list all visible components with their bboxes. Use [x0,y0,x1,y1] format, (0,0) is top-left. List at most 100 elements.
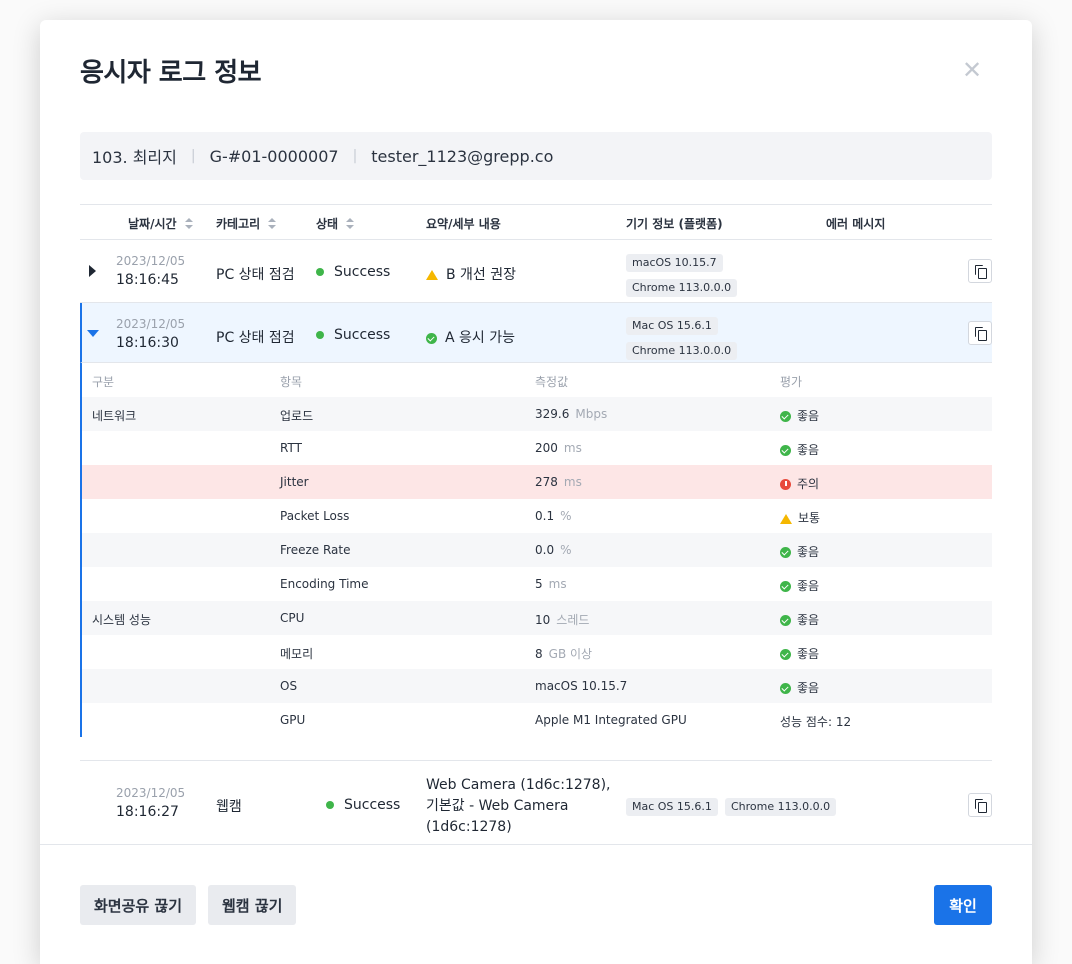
detail-row: Packet Loss 0.1% 보통 [82,499,992,533]
detail-rating: 주의 [780,475,819,492]
header-datetime[interactable]: 날짜/시간 [128,215,193,232]
row-summary: A 응시 가능 [426,327,515,347]
detail-rating-label: 좋음 [797,613,820,627]
device-tag: macOS 10.15.7 [626,254,723,272]
check-circle-icon [780,649,791,660]
header-category[interactable]: 카테고리 [216,215,277,232]
table-row[interactable]: 2023/12/05 18:16:27 웹캠 Success Web Camer… [80,761,992,844]
detail-item: RTT [280,441,302,455]
row-status: Success [316,327,390,343]
row-time: 18:16:27 [116,804,179,820]
row-time: 18:16:30 [116,335,179,351]
row-category: PC 상태 점검 [216,330,295,346]
detail-value-number: Apple M1 Integrated GPU [535,713,687,727]
check-circle-icon [426,332,437,344]
detail-value: Apple M1 Integrated GPU [535,713,687,727]
detail-value-unit: ms [548,577,567,591]
caret-down-icon[interactable] [87,330,99,337]
caret-right-icon[interactable] [89,265,96,277]
check-circle-icon [780,547,791,558]
detail-row: 메모리 8 GB 이상 좋음 [82,635,992,669]
detail-row: OS macOS 10.15.7 좋음 [82,669,992,703]
row-datetime: 2023/12/05 18:16:27 [116,786,185,820]
table-row-expanded[interactable]: 2023/12/05 18:16:30 PC 상태 점검 Success A 응… [80,303,992,363]
detail-row: 네트워크 업로드 329.6 Mbps 좋음 [82,397,992,431]
detail-rating-label: 좋음 [797,545,820,559]
disconnect-screen-share-button[interactable]: 화면공유 끊기 [80,885,197,925]
detail-header-value: 측정값 [535,375,569,389]
row-status-label: Success [334,264,391,280]
detail-value-number: macOS 10.15.7 [535,679,628,693]
sort-icon[interactable] [184,217,193,230]
confirm-button[interactable]: 확인 [934,885,992,925]
row-summary-label: B 개선 권장 [446,267,517,283]
error-circle-icon [780,479,791,490]
row-summary-label: A 응시 가능 [445,330,515,346]
device-tag: Chrome 113.0.0.0 [725,798,837,816]
row-summary: B 개선 권장 [426,264,516,284]
device-tag: Mac OS 15.6.1 [626,317,718,335]
detail-row: Freeze Rate 0.0% 좋음 [82,533,992,567]
table-row[interactable]: 2023/12/05 18:16:45 PC 상태 점검 Success B 개… [80,240,992,303]
detail-value-number: 200 [535,441,558,455]
row-device: macOS 10.15.7 Chrome 113.0.0.0 [626,251,738,297]
warning-icon [426,270,438,280]
row-device: Mac OS 15.6.1 Chrome 113.0.0.0 [626,795,837,816]
header-datetime-label: 날짜/시간 [128,217,177,231]
detail-value: 329.6 Mbps [535,407,607,421]
row-category: 웹캠 [216,799,242,815]
sort-icon[interactable] [346,217,355,230]
row-time: 18:16:45 [116,272,179,288]
header-device-label: 기기 정보 (플랫폼) [626,217,723,231]
row-status: Success [326,797,400,813]
detail-group: 시스템 성능 [92,613,152,627]
detail-rating: 좋음 [780,611,819,628]
detail-value-number: 278 [535,475,558,489]
disconnect-webcam-button[interactable]: 웹캠 끊기 [208,885,297,925]
detail-value-unit: 스레드 [556,613,590,627]
detail-value: 5 ms [535,577,567,591]
header-category-label: 카테고리 [216,217,261,231]
detail-rating: 좋음 [780,441,819,458]
detail-value: 0.0% [535,543,572,557]
copy-icon[interactable] [968,793,992,817]
device-tag: Mac OS 15.6.1 [626,798,718,816]
table-header: 날짜/시간 카테고리 상태 요약/세부 내용 기기 정보 (플랫폼) 에러 메시… [80,204,992,240]
check-circle-icon [780,683,791,694]
detail-rating-label: 주의 [797,477,820,491]
detail-row: Encoding Time 5 ms 좋음 [82,567,992,601]
close-icon[interactable]: ✕ [960,58,984,82]
detail-item: Jitter [280,475,309,489]
detail-item: Encoding Time [280,577,369,591]
detail-rating-label: 좋음 [797,443,820,457]
row-date: 2023/12/05 [116,254,186,268]
log-table-scroll[interactable]: 날짜/시간 카테고리 상태 요약/세부 내용 기기 정보 (플랫폼) 에러 메시… [80,204,992,844]
check-circle-icon [780,581,791,592]
detail-header-group: 구분 [92,375,115,389]
copy-icon[interactable] [968,321,992,345]
detail-rating-label: 보통 [798,511,821,525]
header-summary-label: 요약/세부 내용 [426,217,501,231]
row-status-label: Success [344,797,401,813]
row-status-label: Success [334,327,391,343]
check-circle-icon [780,445,791,456]
detail-value: 10 스레드 [535,611,589,628]
row-datetime: 2023/12/05 18:16:45 [116,254,185,288]
copy-icon[interactable] [968,259,992,283]
detail-item: 메모리 [280,647,314,661]
candidate-email: tester_1123@grepp.co [371,146,554,166]
check-circle-icon [780,615,791,626]
sort-icon[interactable] [268,217,277,230]
header-device: 기기 정보 (플랫폼) [626,215,723,232]
status-dot-icon [316,268,324,276]
separator: | [352,148,358,164]
row-status: Success [316,264,390,280]
detail-rating: 보통 [780,509,820,526]
detail-header: 구분 항목 측정값 평가 [82,363,992,397]
detail-value-number: 5 [535,577,543,591]
detail-row: Jitter 278 ms 주의 [82,465,992,499]
log-info-modal: 응시자 로그 정보 ✕ 103. 최리지 | G-#01-0000007 | t… [40,20,1032,964]
detail-row: RTT 200 ms 좋음 [82,431,992,465]
header-status[interactable]: 상태 [316,215,355,232]
row-device: Mac OS 15.6.1 Chrome 113.0.0.0 [626,314,738,360]
